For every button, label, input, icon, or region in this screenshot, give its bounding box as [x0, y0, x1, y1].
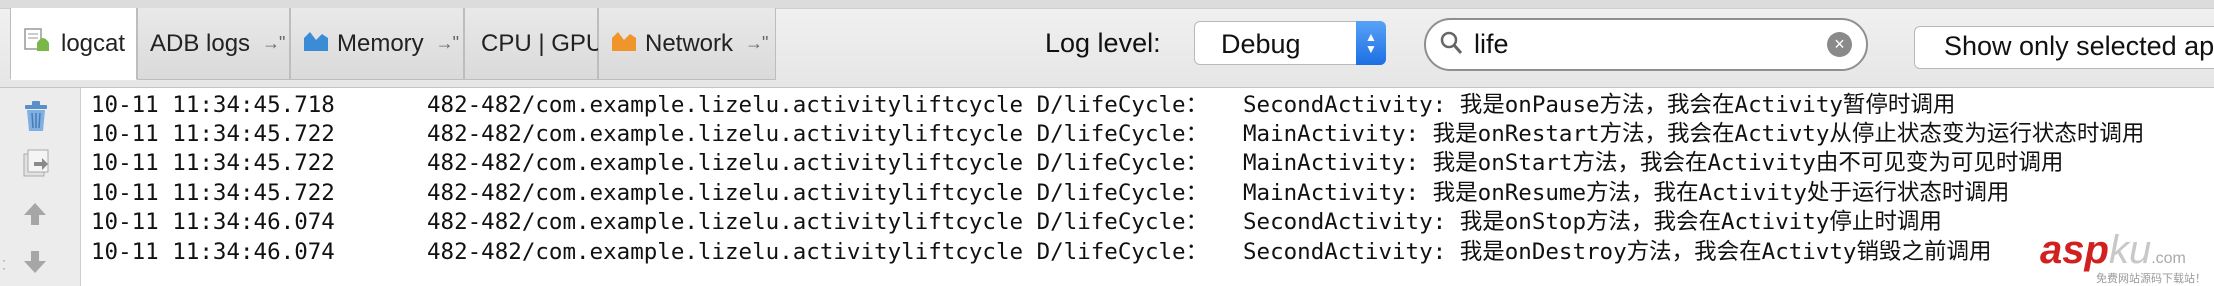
show-only-selected-button[interactable]: Show only selected ap: [1914, 26, 2214, 69]
search-icon: [1440, 31, 1464, 62]
tab-network[interactable]: Network →": [598, 8, 776, 80]
log-level-select[interactable]: Debug ▲ ▼: [1194, 21, 1386, 65]
tab-cpu-gpu-label: CPU | GPU: [481, 29, 604, 57]
tab-memory[interactable]: Memory →": [290, 8, 464, 80]
log-time: 10-11 11:34:45.722: [91, 121, 335, 147]
log-time: 10-11 11:34:46.074: [91, 209, 335, 235]
watermark-logo: aspku.com: [2040, 228, 2186, 273]
tab-cpu-gpu[interactable]: CPU | GPU: [464, 8, 603, 80]
log-area[interactable]: 10-11 11:34:45.718 482-482/com.example.li…: [81, 88, 2214, 286]
export-icon[interactable]: [22, 148, 50, 183]
tab-logcat-label: logcat: [61, 29, 126, 57]
log-row[interactable]: 10-11 11:34:46.074 482-482/com.example.li…: [91, 207, 1942, 237]
tab-adb-logs-label: ADB logs: [150, 29, 251, 57]
tab-logcat[interactable]: logcat: [10, 8, 137, 80]
search-input-value: life: [1474, 29, 1509, 59]
log-message: MainActivity: 我是onStart方法，我会在Activity由不可…: [1243, 150, 2064, 176]
memory-chart-icon: [303, 28, 329, 59]
log-message: MainActivity: 我是onRestart方法，我会在Activty从停…: [1243, 121, 2145, 147]
gutter-grip-icon[interactable]: · ·: [2, 254, 6, 274]
log-message: MainActivity: 我是onResume方法，我在Activity处于运…: [1243, 180, 2010, 206]
log-level-value: Debug: [1221, 29, 1301, 59]
tab-adb-logs-pin-icon[interactable]: →": [262, 33, 285, 54]
log-time: 10-11 11:34:45.722: [91, 150, 335, 176]
log-source: 482-482/com.example.lizelu.activityliftc…: [427, 92, 1209, 118]
watermark-part-c: .com: [2151, 250, 2186, 267]
network-chart-icon: [611, 28, 637, 59]
tab-memory-pin-icon[interactable]: →": [436, 33, 459, 54]
log-source: 482-482/com.example.lizelu.activityliftc…: [427, 121, 1209, 147]
log-row[interactable]: 10-11 11:34:45.718 482-482/com.example.li…: [91, 90, 1955, 120]
tab-network-pin-icon[interactable]: →": [745, 33, 768, 54]
log-message: SecondActivity: 我是onStop方法，我会在Activity停止…: [1243, 209, 1942, 235]
down-arrow-icon[interactable]: [22, 249, 48, 280]
left-gutter: · ·: [0, 88, 81, 286]
search-field[interactable]: life ×: [1424, 18, 1868, 71]
log-row[interactable]: 10-11 11:34:46.074 482-482/com.example.li…: [91, 237, 1991, 267]
log-source: 482-482/com.example.lizelu.activityliftc…: [427, 150, 1209, 176]
watermark-part-b: ku: [2108, 228, 2152, 272]
log-row[interactable]: 10-11 11:34:45.722 482-482/com.example.li…: [91, 119, 2144, 149]
up-arrow-icon[interactable]: [22, 201, 48, 232]
log-time: 10-11 11:34:46.074: [91, 239, 335, 265]
log-message: SecondActivity: 我是onDestroy方法，我会在Activty…: [1243, 239, 1992, 265]
watermark-subtitle: 免费网站源码下载站！: [2096, 273, 2206, 285]
toolbar: logcat ADB logs →" Memory →" CPU | GPU N…: [0, 0, 2214, 88]
log-row[interactable]: 10-11 11:34:45.722 482-482/com.example.li…: [91, 148, 2063, 178]
watermark-part-a: asp: [2040, 228, 2109, 272]
log-message: SecondActivity: 我是onPause方法，我会在Activity暂…: [1243, 92, 1956, 118]
log-level-label: Log level:: [1045, 28, 1161, 58]
android-logcat-icon: [23, 27, 53, 60]
log-source: 482-482/com.example.lizelu.activityliftc…: [427, 180, 1209, 206]
log-source: 482-482/com.example.lizelu.activityliftc…: [427, 209, 1209, 235]
trash-icon[interactable]: [22, 100, 50, 137]
clear-search-icon[interactable]: ×: [1827, 32, 1852, 57]
select-arrows-icon: ▲ ▼: [1356, 21, 1386, 65]
site-watermark: aspku.com 免费网站源码下载站！: [2040, 228, 2214, 286]
log-time: 10-11 11:34:45.722: [91, 180, 335, 206]
show-only-selected-label: Show only selected ap: [1944, 31, 2214, 61]
log-source: 482-482/com.example.lizelu.activityliftc…: [427, 239, 1209, 265]
log-time: 10-11 11:34:45.718: [91, 92, 335, 118]
tab-network-label: Network: [645, 29, 734, 57]
log-row[interactable]: 10-11 11:34:45.722 482-482/com.example.li…: [91, 178, 2009, 208]
tab-memory-label: Memory: [337, 29, 424, 57]
tab-adb-logs[interactable]: ADB logs →": [137, 8, 290, 80]
